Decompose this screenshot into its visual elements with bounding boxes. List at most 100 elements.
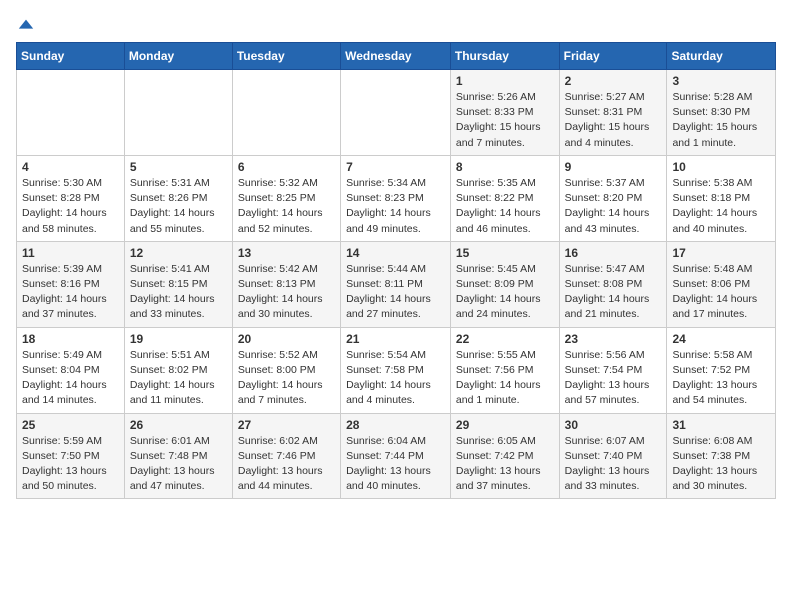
day-info: Sunrise: 5:47 AM Sunset: 8:08 PM Dayligh… — [565, 262, 662, 323]
day-number: 25 — [22, 418, 119, 432]
day-number: 26 — [130, 418, 227, 432]
logo — [16, 16, 35, 30]
day-number: 27 — [238, 418, 335, 432]
calendar-cell: 8 Sunrise: 5:35 AM Sunset: 8:22 PM Daylig… — [450, 155, 559, 241]
col-header-tuesday: Tuesday — [232, 43, 340, 70]
calendar-cell: 1 Sunrise: 5:26 AM Sunset: 8:33 PM Daylig… — [450, 70, 559, 156]
calendar-cell: 24 Sunrise: 5:58 AM Sunset: 7:52 PM Dayli… — [667, 327, 776, 413]
calendar-cell: 5 Sunrise: 5:31 AM Sunset: 8:26 PM Daylig… — [124, 155, 232, 241]
day-info: Sunrise: 5:37 AM Sunset: 8:20 PM Dayligh… — [565, 176, 662, 237]
col-header-friday: Friday — [559, 43, 667, 70]
day-info: Sunrise: 5:31 AM Sunset: 8:26 PM Dayligh… — [130, 176, 227, 237]
day-number: 16 — [565, 246, 662, 260]
day-number: 22 — [456, 332, 554, 346]
calendar-cell: 17 Sunrise: 5:48 AM Sunset: 8:06 PM Dayli… — [667, 241, 776, 327]
day-number: 23 — [565, 332, 662, 346]
calendar-cell: 21 Sunrise: 5:54 AM Sunset: 7:58 PM Dayli… — [341, 327, 451, 413]
day-info: Sunrise: 5:45 AM Sunset: 8:09 PM Dayligh… — [456, 262, 554, 323]
day-number: 12 — [130, 246, 227, 260]
calendar-cell — [17, 70, 125, 156]
day-info: Sunrise: 5:39 AM Sunset: 8:16 PM Dayligh… — [22, 262, 119, 323]
day-info: Sunrise: 5:34 AM Sunset: 8:23 PM Dayligh… — [346, 176, 445, 237]
day-number: 6 — [238, 160, 335, 174]
day-number: 15 — [456, 246, 554, 260]
day-number: 4 — [22, 160, 119, 174]
day-info: Sunrise: 5:27 AM Sunset: 8:31 PM Dayligh… — [565, 90, 662, 151]
calendar-cell: 26 Sunrise: 6:01 AM Sunset: 7:48 PM Dayli… — [124, 413, 232, 499]
day-info: Sunrise: 5:54 AM Sunset: 7:58 PM Dayligh… — [346, 348, 445, 409]
day-info: Sunrise: 5:59 AM Sunset: 7:50 PM Dayligh… — [22, 434, 119, 495]
day-number: 18 — [22, 332, 119, 346]
calendar-table: SundayMondayTuesdayWednesdayThursdayFrid… — [16, 42, 776, 499]
day-number: 28 — [346, 418, 445, 432]
day-number: 24 — [672, 332, 770, 346]
day-number: 29 — [456, 418, 554, 432]
calendar-cell: 30Sunrise: 6:07 AM Sunset: 7:40 PM Dayli… — [559, 413, 667, 499]
calendar-cell: 14 Sunrise: 5:44 AM Sunset: 8:11 PM Dayli… — [341, 241, 451, 327]
col-header-monday: Monday — [124, 43, 232, 70]
day-number: 19 — [130, 332, 227, 346]
day-number: 21 — [346, 332, 445, 346]
day-number: 1 — [456, 74, 554, 88]
calendar-cell: 11Sunrise: 5:39 AM Sunset: 8:16 PM Dayli… — [17, 241, 125, 327]
day-info: Sunrise: 5:56 AM Sunset: 7:54 PM Dayligh… — [565, 348, 662, 409]
calendar-cell — [232, 70, 340, 156]
calendar-cell: 29 Sunrise: 6:05 AM Sunset: 7:42 PM Dayli… — [450, 413, 559, 499]
col-header-sunday: Sunday — [17, 43, 125, 70]
calendar-cell — [341, 70, 451, 156]
col-header-thursday: Thursday — [450, 43, 559, 70]
day-number: 31 — [672, 418, 770, 432]
day-info: Sunrise: 5:26 AM Sunset: 8:33 PM Dayligh… — [456, 90, 554, 151]
day-info: Sunrise: 5:42 AM Sunset: 8:13 PM Dayligh… — [238, 262, 335, 323]
calendar-cell: 4 Sunrise: 5:30 AM Sunset: 8:28 PM Daylig… — [17, 155, 125, 241]
calendar-cell: 19 Sunrise: 5:51 AM Sunset: 8:02 PM Dayli… — [124, 327, 232, 413]
calendar-week-row: 25 Sunrise: 5:59 AM Sunset: 7:50 PM Dayli… — [17, 413, 776, 499]
col-header-wednesday: Wednesday — [341, 43, 451, 70]
calendar-week-row: 4 Sunrise: 5:30 AM Sunset: 8:28 PM Daylig… — [17, 155, 776, 241]
day-info: Sunrise: 5:44 AM Sunset: 8:11 PM Dayligh… — [346, 262, 445, 323]
day-number: 17 — [672, 246, 770, 260]
day-number: 10 — [672, 160, 770, 174]
day-info: Sunrise: 5:58 AM Sunset: 7:52 PM Dayligh… — [672, 348, 770, 409]
calendar-cell: 12 Sunrise: 5:41 AM Sunset: 8:15 PM Dayli… — [124, 241, 232, 327]
calendar-cell: 31 Sunrise: 6:08 AM Sunset: 7:38 PM Dayli… — [667, 413, 776, 499]
calendar-cell: 3 Sunrise: 5:28 AM Sunset: 8:30 PM Daylig… — [667, 70, 776, 156]
day-number: 30 — [565, 418, 662, 432]
day-info: Sunrise: 5:55 AM Sunset: 7:56 PM Dayligh… — [456, 348, 554, 409]
calendar-cell: 22 Sunrise: 5:55 AM Sunset: 7:56 PM Dayli… — [450, 327, 559, 413]
day-info: Sunrise: 6:05 AM Sunset: 7:42 PM Dayligh… — [456, 434, 554, 495]
col-header-saturday: Saturday — [667, 43, 776, 70]
logo-icon — [17, 16, 35, 34]
day-number: 13 — [238, 246, 335, 260]
day-info: Sunrise: 6:08 AM Sunset: 7:38 PM Dayligh… — [672, 434, 770, 495]
day-info: Sunrise: 5:28 AM Sunset: 8:30 PM Dayligh… — [672, 90, 770, 151]
day-number: 20 — [238, 332, 335, 346]
header — [16, 16, 776, 30]
calendar-cell: 27Sunrise: 6:02 AM Sunset: 7:46 PM Dayli… — [232, 413, 340, 499]
day-info: Sunrise: 5:38 AM Sunset: 8:18 PM Dayligh… — [672, 176, 770, 237]
day-info: Sunrise: 5:30 AM Sunset: 8:28 PM Dayligh… — [22, 176, 119, 237]
day-info: Sunrise: 5:35 AM Sunset: 8:22 PM Dayligh… — [456, 176, 554, 237]
day-number: 8 — [456, 160, 554, 174]
day-number: 3 — [672, 74, 770, 88]
calendar-cell: 9Sunrise: 5:37 AM Sunset: 8:20 PM Daylig… — [559, 155, 667, 241]
day-number: 2 — [565, 74, 662, 88]
day-number: 14 — [346, 246, 445, 260]
calendar-cell: 10 Sunrise: 5:38 AM Sunset: 8:18 PM Dayli… — [667, 155, 776, 241]
day-info: Sunrise: 6:04 AM Sunset: 7:44 PM Dayligh… — [346, 434, 445, 495]
calendar-cell: 28 Sunrise: 6:04 AM Sunset: 7:44 PM Dayli… — [341, 413, 451, 499]
day-number: 5 — [130, 160, 227, 174]
calendar-cell: 2 Sunrise: 5:27 AM Sunset: 8:31 PM Daylig… — [559, 70, 667, 156]
day-info: Sunrise: 5:32 AM Sunset: 8:25 PM Dayligh… — [238, 176, 335, 237]
calendar-cell: 7 Sunrise: 5:34 AM Sunset: 8:23 PM Daylig… — [341, 155, 451, 241]
day-info: Sunrise: 5:49 AM Sunset: 8:04 PM Dayligh… — [22, 348, 119, 409]
day-number: 7 — [346, 160, 445, 174]
day-info: Sunrise: 5:41 AM Sunset: 8:15 PM Dayligh… — [130, 262, 227, 323]
calendar-cell: 23 Sunrise: 5:56 AM Sunset: 7:54 PM Dayli… — [559, 327, 667, 413]
day-info: Sunrise: 6:01 AM Sunset: 7:48 PM Dayligh… — [130, 434, 227, 495]
calendar-cell: 15 Sunrise: 5:45 AM Sunset: 8:09 PM Dayli… — [450, 241, 559, 327]
calendar-cell: 6 Sunrise: 5:32 AM Sunset: 8:25 PM Daylig… — [232, 155, 340, 241]
calendar-cell: 16 Sunrise: 5:47 AM Sunset: 8:08 PM Dayli… — [559, 241, 667, 327]
day-info: Sunrise: 5:51 AM Sunset: 8:02 PM Dayligh… — [130, 348, 227, 409]
day-info: Sunrise: 5:48 AM Sunset: 8:06 PM Dayligh… — [672, 262, 770, 323]
